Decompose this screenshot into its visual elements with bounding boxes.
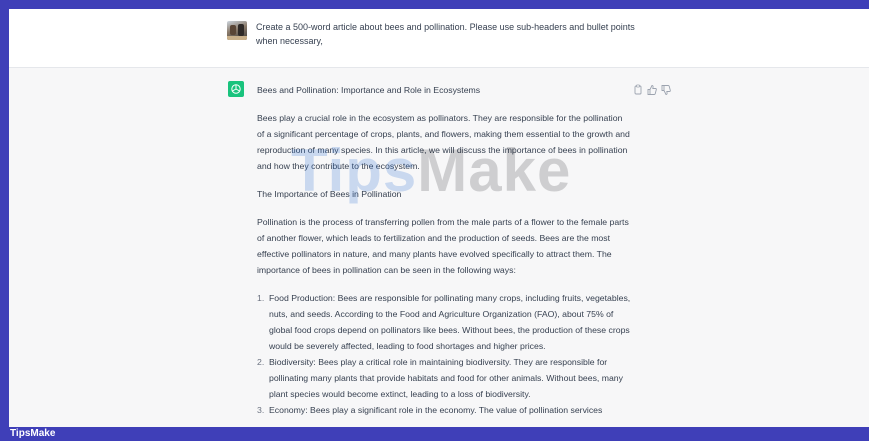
list-item-text: Biodiversity: Bees play a critical role …	[269, 357, 623, 399]
brand-label: TipsMake	[10, 428, 56, 439]
user-message-text: Create a 500-word article about bees and…	[256, 22, 635, 46]
user-avatar	[227, 21, 247, 40]
list-item-text: Food Production: Bees are responsible fo…	[269, 293, 631, 351]
thumbs-down-icon[interactable]	[660, 83, 672, 95]
list-number: 2.	[257, 357, 265, 367]
list-number: 1.	[257, 293, 265, 303]
response-subheader: The Importance of Bees in Pollination	[257, 189, 402, 199]
copy-icon[interactable]	[632, 83, 644, 95]
response-list: 1. Food Production: Bees are responsible…	[257, 290, 632, 418]
list-item-text: Economy: Bees play a significant role in…	[269, 405, 603, 415]
list-item: 3. Economy: Bees play a significant role…	[257, 402, 632, 418]
response-intro: Bees play a crucial role in the ecosyste…	[257, 113, 630, 171]
user-message-row: Create a 500-word article about bees and…	[9, 9, 869, 68]
response-paragraph: Pollination is the process of transferri…	[257, 217, 629, 275]
chat-window: Create a 500-word article about bees and…	[9, 9, 869, 427]
list-item: 1. Food Production: Bees are responsible…	[257, 290, 632, 354]
assistant-response: Bees and Pollination: Importance and Rol…	[257, 82, 632, 418]
brand-footer-bar: TipsMake	[0, 427, 869, 441]
response-title: Bees and Pollination: Importance and Rol…	[257, 85, 481, 95]
assistant-message-row: Bees and Pollination: Importance and Rol…	[9, 68, 869, 427]
thumbs-up-icon[interactable]	[646, 83, 658, 95]
list-item: 2. Biodiversity: Bees play a critical ro…	[257, 354, 632, 402]
list-number: 3.	[257, 405, 265, 415]
chatgpt-logo-icon	[228, 81, 244, 97]
